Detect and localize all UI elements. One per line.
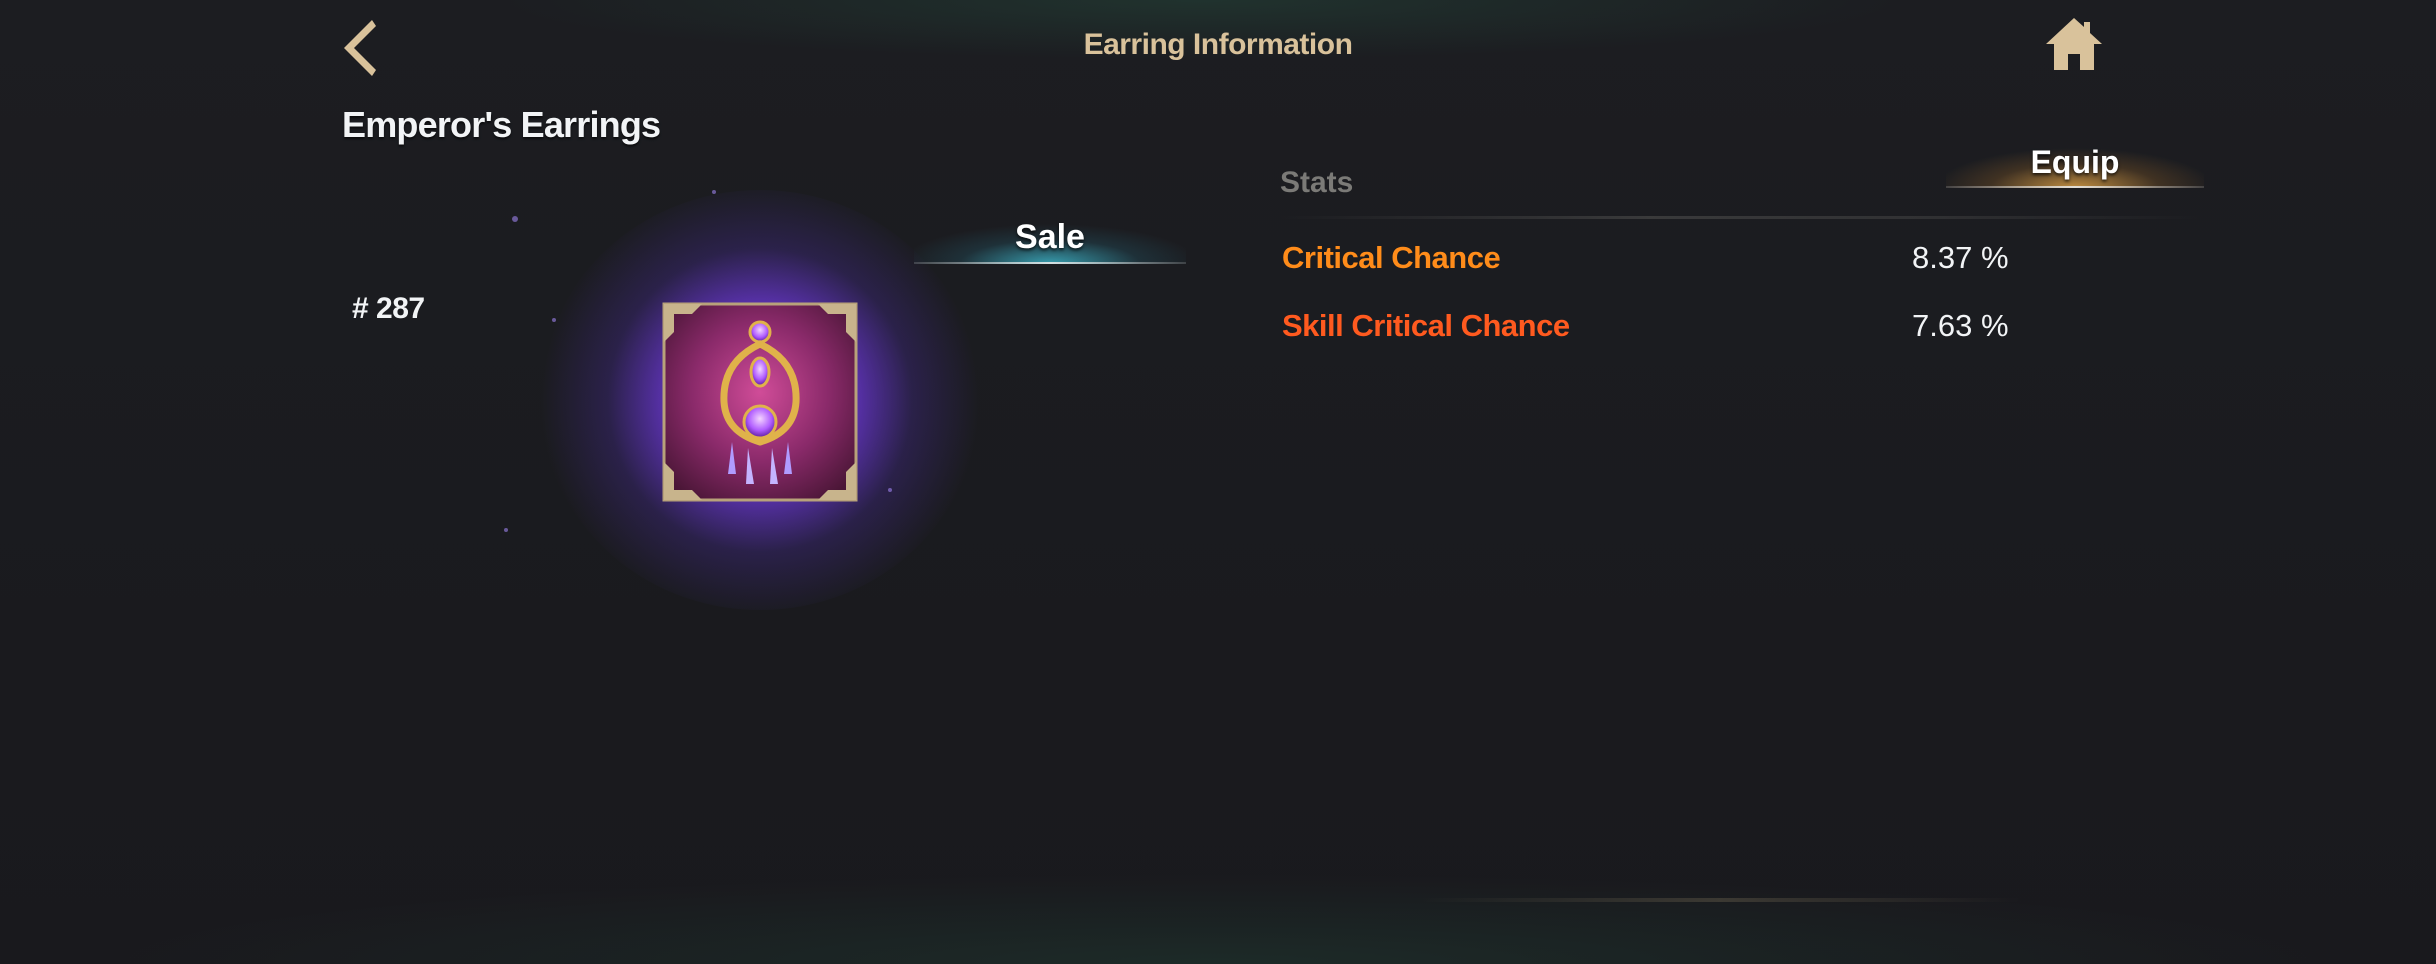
stats-divider bbox=[1280, 216, 2200, 219]
stat-value: 8.37 % bbox=[1912, 240, 2009, 275]
sparkle bbox=[888, 488, 892, 492]
stat-row: Critical Chance 8.37 % bbox=[1282, 240, 2042, 284]
equip-label: Equip bbox=[2030, 144, 2120, 180]
stat-name: Critical Chance bbox=[1282, 240, 1501, 275]
home-button[interactable] bbox=[2040, 14, 2108, 74]
item-name: Emperor's Earrings bbox=[342, 104, 661, 145]
emperors-earrings-icon[interactable] bbox=[662, 302, 858, 502]
sparkle bbox=[512, 216, 518, 222]
item-rank: # 287 bbox=[352, 292, 425, 325]
sparkle bbox=[712, 190, 716, 194]
earring-information-screen: Earring Information Emperor's Earrings #… bbox=[0, 0, 2436, 964]
stats-heading: Stats bbox=[1280, 166, 1354, 199]
stat-row: Skill Critical Chance 7.63 % bbox=[1282, 308, 2042, 352]
equip-button[interactable]: Equip bbox=[1946, 138, 2204, 188]
equip-underline bbox=[1946, 186, 2204, 188]
stat-value: 7.63 % bbox=[1912, 308, 2009, 343]
home-icon bbox=[2046, 18, 2102, 70]
sparkle bbox=[504, 528, 508, 532]
sale-underline bbox=[914, 262, 1186, 264]
bottom-divider bbox=[1420, 898, 2020, 902]
stat-name: Skill Critical Chance bbox=[1282, 308, 1570, 343]
sale-button[interactable]: Sale bbox=[914, 212, 1186, 264]
sparkle bbox=[552, 318, 556, 322]
sale-label: Sale bbox=[1015, 218, 1085, 256]
